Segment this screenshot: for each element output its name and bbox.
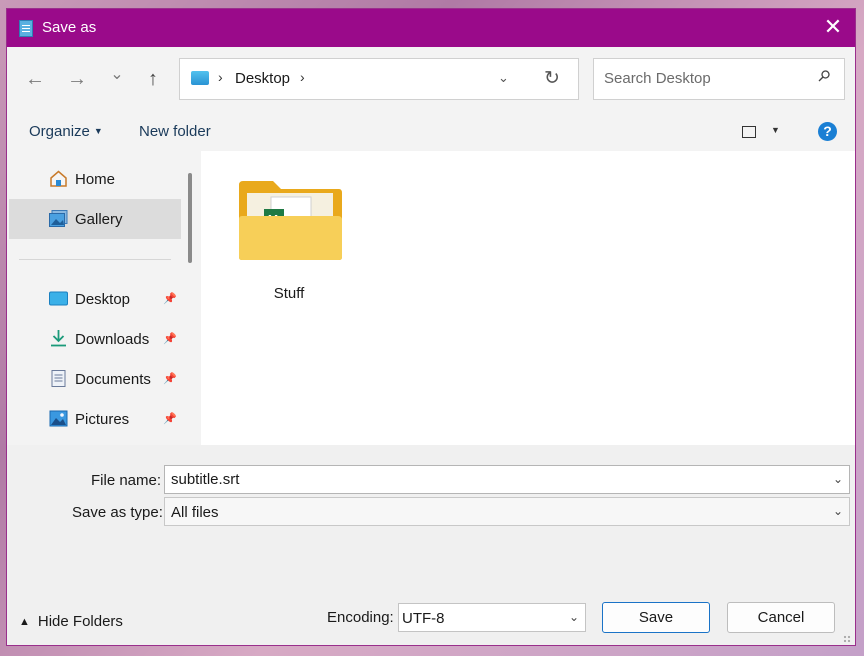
- help-button[interactable]: ?: [818, 122, 837, 141]
- sidebar-item-label: Gallery: [75, 211, 123, 228]
- navigation-bar: ← → ⌄ ↑ › Desktop › ⌄ ↻: [7, 47, 855, 111]
- refresh-button[interactable]: ↻: [544, 67, 560, 90]
- pin-icon[interactable]: 📌: [163, 332, 177, 345]
- forward-button[interactable]: →: [65, 67, 89, 91]
- search-input[interactable]: [602, 69, 806, 88]
- save-type-value: All files: [171, 504, 219, 521]
- folder-icon[interactable]: X: [237, 179, 343, 261]
- scrollbar-thumb[interactable]: [188, 173, 192, 263]
- sidebar-item-gallery[interactable]: Gallery: [9, 199, 181, 239]
- organize-menu[interactable]: Organize ▼: [29, 123, 103, 140]
- up-button[interactable]: ↑: [141, 67, 165, 91]
- documents-icon: [51, 370, 66, 387]
- breadcrumb-separator[interactable]: ›: [218, 69, 223, 85]
- back-button[interactable]: ←: [23, 67, 47, 91]
- search-icon[interactable]: [818, 70, 830, 82]
- encoding-value: UTF-8: [402, 610, 445, 627]
- hide-folders-button[interactable]: ▲ Hide Folders: [19, 613, 123, 630]
- save-type-select[interactable]: All files ⌄: [164, 497, 850, 526]
- resize-grip[interactable]: [843, 635, 851, 643]
- address-dropdown-button[interactable]: ⌄: [498, 70, 509, 86]
- sidebar-item-label: Desktop: [75, 291, 131, 308]
- gallery-icon: [49, 210, 68, 227]
- home-icon: [50, 170, 67, 187]
- save-type-label: Save as type:: [72, 504, 163, 521]
- breadcrumb-desktop[interactable]: Desktop: [235, 70, 290, 87]
- sidebar-item-pictures[interactable]: Pictures 📌: [9, 399, 181, 439]
- new-folder-button[interactable]: New folder: [139, 123, 211, 140]
- file-name-field[interactable]: [171, 471, 811, 488]
- navigation-pane: Home Gallery Desktop 📌 Downloads 📌 Docum…: [7, 151, 181, 445]
- sidebar-item-label: Pictures: [75, 411, 130, 428]
- title-bar: Save as ✕: [7, 9, 855, 47]
- cancel-button[interactable]: Cancel: [727, 602, 835, 633]
- desktop-icon: [191, 71, 209, 85]
- caret-down-icon: ▼: [93, 126, 103, 136]
- sidebar-item-label: Home: [75, 171, 116, 188]
- sidebar-item-home[interactable]: Home: [9, 159, 181, 199]
- hide-folders-label: Hide Folders: [37, 613, 123, 630]
- sidebar-item-documents[interactable]: Documents 📌: [9, 359, 181, 399]
- encoding-select[interactable]: UTF-8 ⌄: [398, 603, 586, 632]
- pin-icon[interactable]: 📌: [163, 412, 177, 425]
- view-mode-icon[interactable]: [742, 126, 756, 138]
- address-bar[interactable]: › Desktop › ⌄ ↻: [179, 58, 579, 100]
- pin-icon[interactable]: 📌: [163, 292, 177, 305]
- sidebar-divider: [19, 259, 171, 260]
- save-as-dialog: Save as ✕ ← → ⌄ ↑ › Desktop › ⌄ ↻ Organi…: [6, 8, 856, 646]
- sidebar-scrollbar[interactable]: [181, 151, 201, 445]
- sidebar-item-label: Documents: [75, 371, 151, 388]
- file-name-combobox[interactable]: ⌄: [164, 465, 850, 494]
- desktop-icon: [49, 291, 68, 306]
- recent-locations-button[interactable]: ⌄: [105, 63, 129, 87]
- file-list: X Stuff: [201, 151, 855, 445]
- sidebar-item-desktop[interactable]: Desktop 📌: [9, 279, 181, 319]
- chevron-down-icon[interactable]: ⌄: [569, 610, 579, 624]
- caret-up-icon: ▲: [19, 616, 30, 628]
- notepad-icon: [19, 20, 33, 37]
- save-options-panel: File name: ⌄ Save as type: All files ⌄ ▲…: [7, 445, 855, 645]
- pin-icon[interactable]: 📌: [163, 372, 177, 385]
- sidebar-item-downloads[interactable]: Downloads 📌: [9, 319, 181, 359]
- search-box[interactable]: [593, 58, 845, 100]
- breadcrumb-separator[interactable]: ›: [300, 69, 305, 85]
- pictures-icon: [49, 410, 68, 427]
- view-options-caret-icon[interactable]: ▼: [771, 125, 780, 135]
- organize-label: Organize: [29, 123, 90, 140]
- window-title: Save as: [42, 19, 97, 36]
- encoding-label: Encoding:: [327, 609, 394, 626]
- downloads-icon: [51, 330, 66, 347]
- chevron-down-icon[interactable]: ⌄: [833, 472, 843, 486]
- chevron-down-icon[interactable]: ⌄: [833, 504, 843, 518]
- save-button[interactable]: Save: [602, 602, 710, 633]
- file-name-label: File name:: [91, 472, 162, 489]
- sidebar-item-label: Downloads: [75, 331, 150, 348]
- command-bar: Organize ▼ New folder ▼ ?: [7, 111, 855, 151]
- folder-label[interactable]: Stuff: [239, 285, 339, 302]
- close-button[interactable]: ✕: [821, 16, 845, 40]
